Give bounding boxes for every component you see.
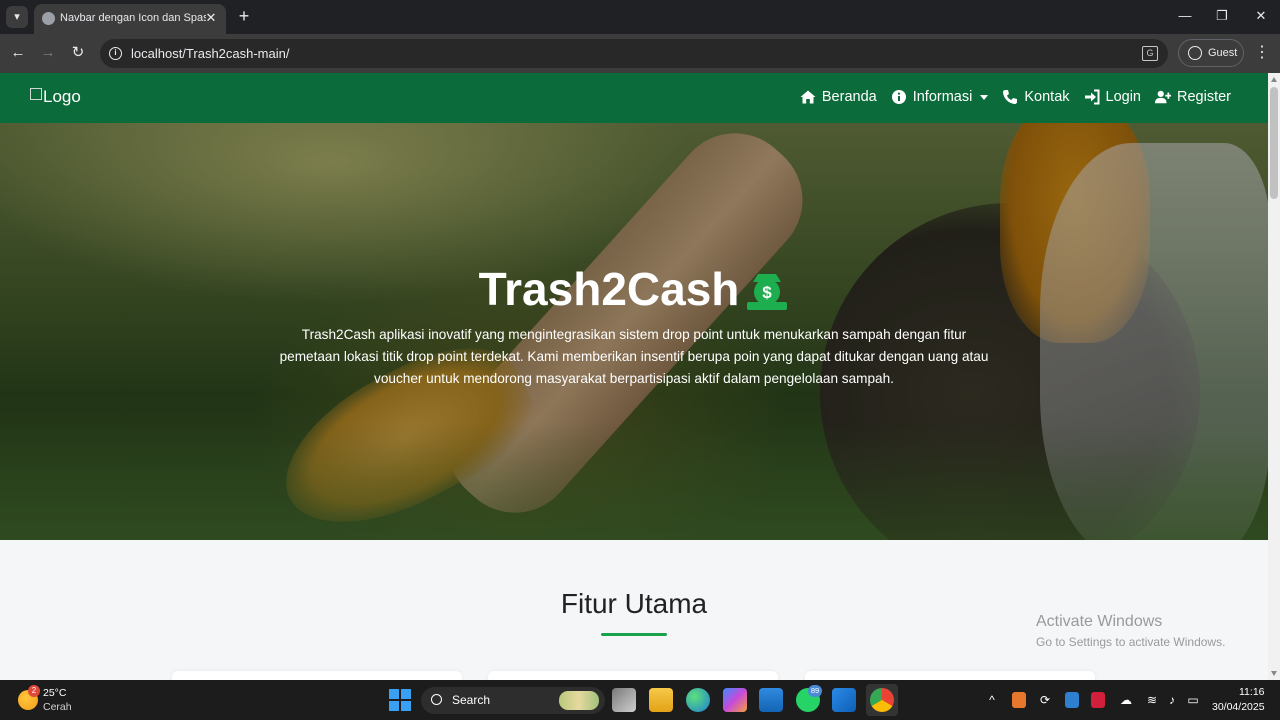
info-circle-icon	[891, 90, 906, 104]
profile-icon	[1188, 46, 1202, 60]
globe-icon	[42, 12, 55, 25]
clock-time[interactable]: 11:16	[1239, 686, 1265, 698]
hero-title: Trash2Cash $	[0, 262, 1268, 316]
nav-item-login[interactable]: Login	[1084, 89, 1141, 105]
taskbar-search[interactable]: Search	[421, 687, 605, 714]
hero-section: Trash2Cash $ Trash2Cash aplikasi inovati…	[0, 123, 1268, 540]
copilot-icon[interactable]	[723, 688, 747, 712]
feature-card	[488, 671, 778, 680]
activate-title: Activate Windows	[1036, 613, 1163, 630]
activate-windows-watermark: Activate Windows Go to Settings to activ…	[1036, 613, 1225, 649]
hero-description: Trash2Cash aplikasi inovatif yang mengin…	[279, 327, 989, 386]
file-explorer-icon[interactable]	[649, 688, 673, 712]
clock-date[interactable]: 30/04/2025	[1212, 701, 1265, 713]
nav-item-register[interactable]: Register	[1155, 89, 1231, 105]
reload-button[interactable]: ↻	[67, 42, 89, 64]
minimize-button[interactable]: —	[1172, 6, 1198, 26]
site-info-icon[interactable]: i	[109, 47, 122, 60]
browser-toolbar: ← → ↻ i localhost/Trash2cash-main/ G Gue…	[0, 34, 1280, 73]
site-logo[interactable]: Logo	[30, 87, 81, 107]
page-scrollbar[interactable]	[1268, 73, 1280, 680]
search-highlight-image	[559, 691, 599, 710]
store-icon[interactable]	[759, 688, 783, 712]
caret-down-icon	[980, 94, 989, 100]
nav-item-informasi[interactable]: Informasi	[891, 89, 989, 105]
defender-icon[interactable]	[1065, 692, 1079, 708]
profile-label: Guest	[1208, 47, 1238, 59]
browser-tab[interactable]: Navbar dengan Icon dan Spasi ✕	[34, 4, 226, 34]
volume-icon[interactable]: ♪	[1164, 692, 1180, 708]
home-icon	[800, 90, 816, 104]
start-button[interactable]	[389, 689, 411, 711]
nav-item-label: Informasi	[912, 89, 973, 105]
vscode-icon[interactable]	[832, 688, 856, 712]
search-label: Search	[452, 693, 491, 707]
nav-item-label: Login	[1105, 89, 1141, 105]
profile-button[interactable]: Guest	[1178, 39, 1244, 67]
scroll-down-icon[interactable]	[1271, 671, 1277, 676]
tab-strip: ▾ Navbar dengan Icon dan Spasi ✕ + — ❐ ✕	[0, 0, 1280, 34]
money-bag-icon: $	[747, 273, 788, 310]
address-bar[interactable]: i localhost/Trash2cash-main/ G	[100, 39, 1168, 68]
nav-item-beranda[interactable]: Beranda	[800, 89, 877, 105]
phone-icon	[1003, 90, 1018, 104]
user-plus-icon	[1155, 90, 1171, 104]
tray-app-icon[interactable]	[1012, 692, 1026, 708]
close-window-button[interactable]: ✕	[1248, 6, 1274, 26]
windows-taskbar: 2 25°C Cerah Search 89 ^ ⟳ ☁ ≋ ♪ ▭ 11:16…	[0, 680, 1280, 720]
tray-chevron-icon[interactable]: ^	[985, 692, 999, 708]
back-button[interactable]: ←	[7, 42, 29, 64]
url-text[interactable]: localhost/Trash2cash-main/	[131, 46, 289, 61]
battery-icon[interactable]: ▭	[1185, 692, 1201, 708]
nav-item-label: Kontak	[1024, 89, 1070, 105]
nav-item-kontak[interactable]: Kontak	[1002, 89, 1070, 105]
nav-item-label: Register	[1177, 89, 1231, 105]
nav-item-label: Beranda	[821, 89, 877, 105]
whatsapp-badge: 89	[808, 685, 822, 697]
chrome-icon[interactable]	[870, 688, 894, 712]
svg-text:$: $	[763, 283, 773, 302]
logo-alt-text: Logo	[43, 87, 81, 106]
windows-logo-icon	[389, 689, 399, 699]
page-viewport: Logo Beranda Informasi Kontak Login Regi…	[0, 73, 1268, 680]
tab-search-menu-button[interactable]: ▾	[6, 6, 28, 28]
scroll-thumb[interactable]	[1270, 87, 1278, 199]
task-view-icon[interactable]	[612, 688, 636, 712]
activate-subtitle: Go to Settings to activate Windows.	[1036, 635, 1226, 649]
tray-red-app-icon[interactable]	[1091, 692, 1105, 708]
wifi-icon[interactable]: ≋	[1144, 692, 1160, 708]
site-navbar: Logo Beranda Informasi Kontak Login Regi…	[0, 73, 1268, 123]
feature-card	[805, 671, 1095, 680]
maximize-button[interactable]: ❐	[1209, 6, 1235, 26]
edge-icon[interactable]	[686, 688, 710, 712]
hero-title-text: Trash2Cash	[478, 263, 740, 315]
weather-badge: 2	[28, 685, 40, 697]
browser-menu-icon[interactable]: ⋮	[1254, 42, 1270, 64]
broken-image-icon	[30, 88, 42, 100]
search-icon	[431, 694, 442, 705]
windows-logo-pane	[401, 701, 411, 711]
feature-card	[172, 671, 462, 680]
features-underline	[601, 633, 667, 636]
sign-in-icon	[1084, 89, 1100, 105]
tab-title: Navbar dengan Icon dan Spasi	[60, 12, 206, 24]
windows-logo-pane	[401, 689, 411, 699]
windows-logo-pane	[389, 701, 399, 711]
onedrive-icon[interactable]: ☁	[1118, 692, 1134, 708]
tray-sync-icon[interactable]: ⟳	[1038, 692, 1052, 708]
translate-icon[interactable]: G	[1142, 46, 1158, 61]
scroll-up-icon[interactable]	[1271, 77, 1277, 82]
weather-temperature[interactable]: 25°C	[43, 687, 66, 699]
nav-menu: Beranda Informasi Kontak Login Register	[800, 89, 1231, 105]
forward-button[interactable]: →	[37, 42, 59, 64]
tab-close-button[interactable]: ✕	[202, 9, 220, 27]
weather-condition[interactable]: Cerah	[43, 701, 72, 713]
new-tab-button[interactable]: +	[234, 6, 254, 26]
